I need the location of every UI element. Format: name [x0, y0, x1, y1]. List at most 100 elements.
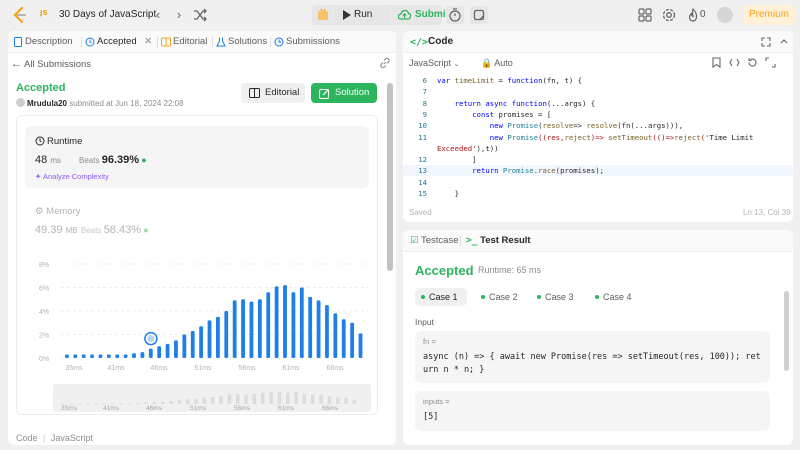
close-tab-icon[interactable]: ✕: [144, 36, 152, 47]
chart-bar[interactable]: [174, 340, 178, 358]
editorial-button[interactable]: Editorial: [241, 83, 305, 103]
chart-bar[interactable]: [274, 286, 279, 358]
grid-icon[interactable]: [637, 7, 653, 23]
test-scrollbar[interactable]: [784, 291, 789, 371]
collapse-icon[interactable]: [779, 37, 789, 47]
chart-bar[interactable]: [207, 320, 212, 358]
format-icon[interactable]: [729, 57, 740, 68]
runtime-box[interactable]: Runtime 48 ms Beats 96.39% ● ✦ Analyze C…: [25, 126, 369, 188]
chart-bar[interactable]: [132, 353, 136, 358]
code-editor[interactable]: 6 var timeLimit = function(fn, t) {7 8 ret…: [403, 74, 793, 198]
chart-bar[interactable]: [291, 292, 296, 358]
chart-bar[interactable]: [299, 287, 304, 359]
minimap-bar: [86, 403, 90, 405]
code-line[interactable]: Exceeded'),t)): [403, 143, 793, 154]
reset-icon[interactable]: [747, 57, 758, 68]
tab-test-result[interactable]: >_ Test Result: [466, 235, 531, 246]
submit-button[interactable]: Submit: [391, 5, 449, 25]
code-line[interactable]: 6 var timeLimit = function(fn, t) {: [403, 75, 793, 86]
chart-bar[interactable]: [257, 299, 262, 358]
maximize-icon[interactable]: [761, 37, 771, 47]
case-tab-2[interactable]: Case 2: [475, 288, 527, 306]
chart-bar[interactable]: [199, 326, 204, 358]
case-tab-1[interactable]: Case 1: [415, 288, 467, 306]
fullscreen-icon[interactable]: [765, 57, 776, 68]
code-line[interactable]: 12 ]: [403, 154, 793, 165]
chart-bar[interactable]: [106, 354, 111, 358]
user-avatar[interactable]: [717, 7, 733, 23]
code-line[interactable]: 13 return Promise.race(promises);: [403, 165, 793, 177]
case-tab-3[interactable]: Case 3: [531, 288, 583, 306]
code-line[interactable]: 8 return async function(...args) {: [403, 98, 793, 109]
code-line[interactable]: 14: [403, 177, 793, 188]
tab-submissions[interactable]: Submissions: [271, 31, 340, 53]
chart-bar[interactable]: [115, 354, 120, 358]
prev-problem-icon[interactable]: ‹: [150, 6, 166, 24]
chart-bar[interactable]: [232, 300, 237, 358]
chart-bar[interactable]: [81, 354, 86, 358]
next-problem-icon[interactable]: ›: [171, 6, 187, 24]
input-var-fn[interactable]: fn = async (n) => { await new Promise(re…: [415, 331, 770, 383]
chart-bar[interactable]: [325, 305, 329, 358]
chart-bar[interactable]: [182, 334, 187, 359]
input-var-inputs[interactable]: inputs = [5]: [415, 391, 770, 431]
var-value: [5]: [423, 412, 439, 422]
leetcode-logo-icon[interactable]: [12, 7, 28, 23]
chart-bar[interactable]: [123, 354, 128, 358]
settings-icon[interactable]: [661, 7, 677, 23]
shuffle-icon[interactable]: [192, 7, 208, 23]
chart-bar[interactable]: [165, 343, 170, 358]
debug-icon[interactable]: [315, 7, 331, 23]
code-line[interactable]: 10 new Promise(resolve=> resolve(fn(...a…: [403, 120, 793, 131]
chart-bar[interactable]: [249, 301, 254, 358]
runtime-distribution-chart[interactable]: 8% 6% 4% 2% 0% 35ms 41ms 46ms 51ms 56ms 61ms 66ms: [17, 256, 378, 376]
chart-bar[interactable]: [341, 319, 346, 358]
premium-button[interactable]: Premium: [743, 5, 795, 25]
note-icon[interactable]: [470, 6, 488, 24]
study-plan-title[interactable]: 30 Days of JavaScript: [59, 9, 156, 20]
left-scrollbar[interactable]: [387, 83, 393, 271]
fire-icon[interactable]: [685, 7, 701, 23]
code-line[interactable]: 9 const promises = [: [403, 109, 793, 120]
bookmark-icon[interactable]: [711, 57, 722, 68]
analyze-complexity-link[interactable]: ✦ Analyze Complexity: [35, 172, 109, 181]
chart-bar[interactable]: [241, 299, 245, 358]
chart-bar[interactable]: [283, 285, 287, 358]
chart-bar[interactable]: [157, 346, 162, 358]
chart-bar[interactable]: [73, 354, 78, 358]
chart-bar[interactable]: [308, 296, 313, 358]
solution-button[interactable]: Solution: [311, 83, 377, 103]
chart-bar[interactable]: [266, 292, 271, 358]
auto-mode-toggle[interactable]: 🔒 Auto: [481, 58, 513, 69]
chart-bar[interactable]: [190, 330, 195, 358]
tab-description[interactable]: Description: [10, 31, 73, 53]
tab-testcase[interactable]: ☑ Testcase: [410, 235, 459, 246]
chart-range-minimap[interactable]: 35ms 41ms 46ms 51ms 56ms 61ms 66ms: [53, 384, 371, 412]
chart-bar[interactable]: [148, 348, 153, 358]
chart-bar[interactable]: [358, 333, 363, 358]
memory-label[interactable]: ⚙ Memory: [35, 206, 80, 217]
chart-bar[interactable]: [216, 316, 220, 358]
submitter-name[interactable]: Mrudula20: [27, 99, 67, 108]
link-icon[interactable]: [379, 57, 391, 69]
back-arrow-icon[interactable]: ←: [11, 58, 22, 70]
case-tab-4[interactable]: Case 4: [589, 288, 641, 306]
code-line[interactable]: 11 new Promise((res,reject)=> setTimeout…: [403, 132, 793, 143]
chart-bar[interactable]: [316, 300, 321, 358]
tab-solutions[interactable]: Solutions: [213, 31, 267, 53]
tab-accepted[interactable]: Accepted ✕: [82, 31, 152, 53]
timer-icon[interactable]: [446, 6, 464, 24]
chart-bar[interactable]: [333, 313, 338, 358]
chart-bar[interactable]: [224, 311, 229, 358]
chart-bar[interactable]: [98, 354, 103, 358]
chart-bar[interactable]: [350, 322, 355, 358]
tab-editorial[interactable]: Editorial: [158, 31, 207, 53]
code-line[interactable]: 15 }: [403, 188, 793, 199]
all-submissions-link[interactable]: All Submissions: [24, 59, 91, 70]
run-button[interactable]: Run: [334, 5, 390, 25]
code-line[interactable]: 7: [403, 86, 793, 97]
chart-bar[interactable]: [140, 352, 145, 358]
chart-bar[interactable]: [65, 354, 69, 358]
language-select[interactable]: JavaScript ⌄: [409, 58, 459, 68]
chart-bar[interactable]: [90, 354, 94, 358]
